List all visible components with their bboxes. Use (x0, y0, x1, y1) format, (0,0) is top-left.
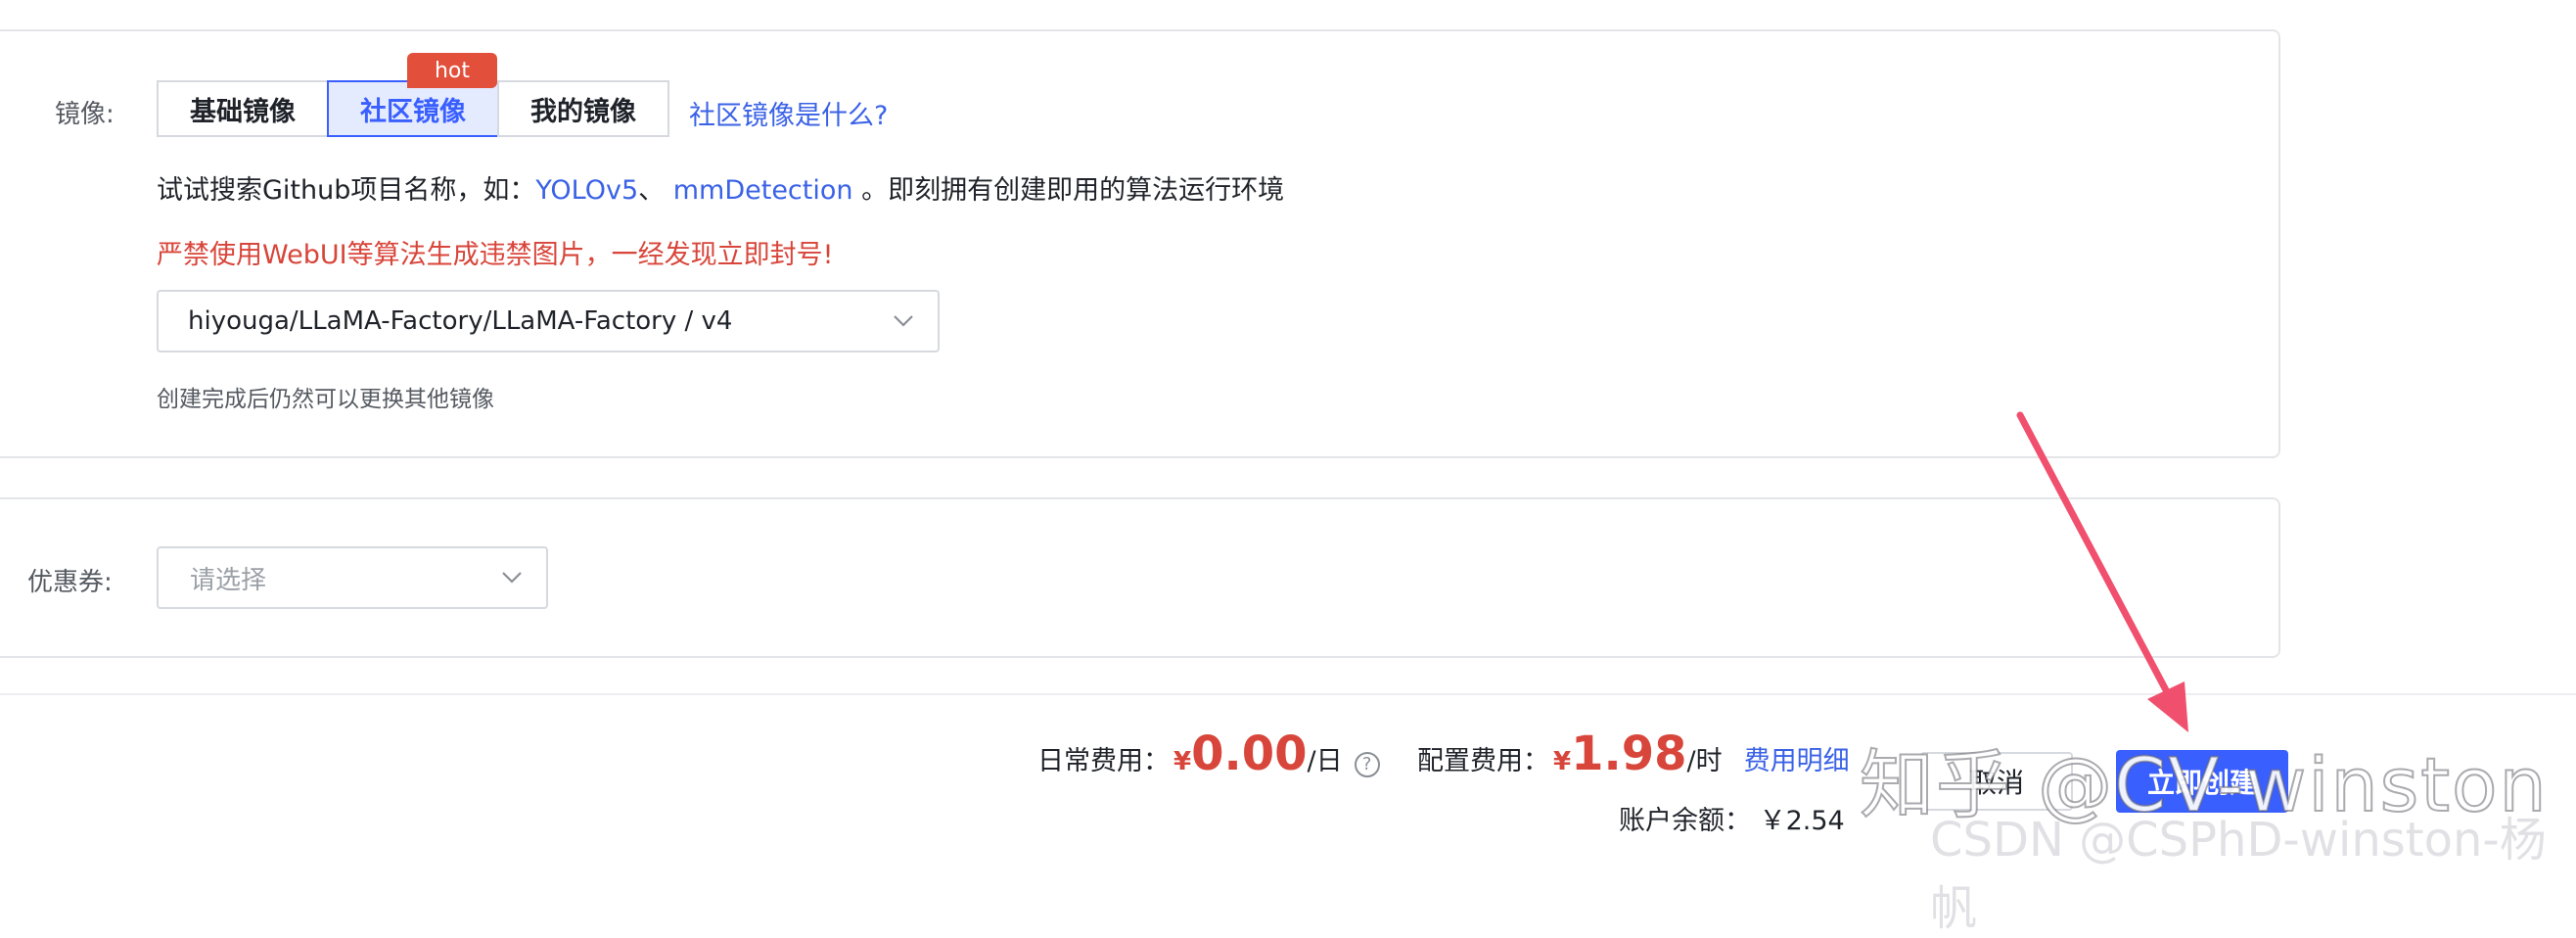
annotation-arrow (2016, 411, 2188, 732)
